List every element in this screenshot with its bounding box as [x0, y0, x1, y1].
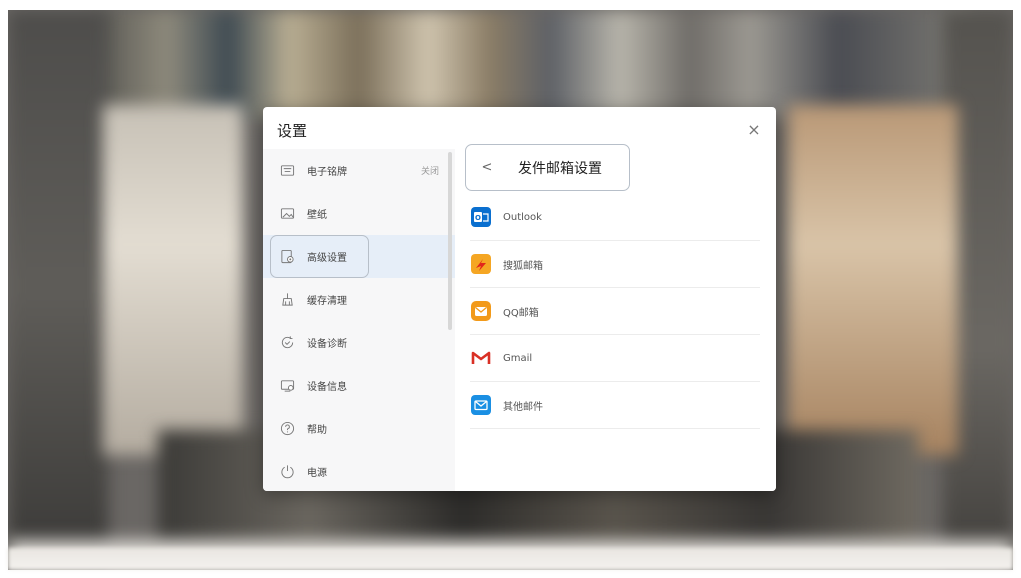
background-right-panel — [788, 105, 958, 455]
sidebar-item-label: 帮助 — [307, 425, 327, 436]
cache-clean-icon — [279, 292, 295, 308]
sidebar-item-label: 电子铭牌 — [307, 167, 347, 178]
list-item-gmail[interactable]: Gmail — [470, 335, 760, 382]
other-mail-icon — [470, 394, 492, 416]
sidebar-item-device-info[interactable]: 设备信息 — [263, 364, 455, 407]
device-info-icon — [279, 378, 295, 394]
mail-settings-header: < 发件邮箱设置 — [465, 144, 630, 191]
mail-label: Outlook — [503, 211, 542, 223]
background-left-wall — [8, 10, 108, 570]
sidebar-item-label: 设备信息 — [307, 382, 347, 393]
list-item-outlook[interactable]: O Outlook — [470, 194, 760, 241]
sidebar-item-label: 高级设置 — [307, 253, 347, 264]
sidebar-item-label: 电源 — [307, 468, 327, 479]
mail-label: QQ邮箱 — [503, 307, 539, 319]
settings-sidebar: 电子铭牌 关闭 壁纸 高级设置 缓存清理 设备诊断 设备信息 帮助 电源 — [263, 149, 455, 491]
power-icon — [279, 464, 295, 480]
gmail-icon — [470, 347, 492, 369]
background-left-panel — [103, 105, 243, 455]
bottom-strip — [8, 548, 1013, 570]
sohu-mail-icon — [470, 253, 492, 275]
panel-title: 发件邮箱设置 — [518, 160, 602, 177]
qq-mail-icon — [470, 300, 492, 322]
wallpaper-icon — [279, 206, 295, 222]
sidebar-item-label: 设备诊断 — [307, 339, 347, 350]
sidebar-item-label: 缓存清理 — [307, 296, 347, 307]
help-icon — [279, 421, 295, 437]
background-shelf — [98, 10, 968, 120]
sidebar-item-wallpaper[interactable]: 壁纸 — [263, 192, 455, 235]
outlook-icon: O — [470, 206, 492, 228]
dialog-title: 设置 — [277, 122, 308, 140]
sidebar-item-cache-clean[interactable]: 缓存清理 — [263, 278, 455, 321]
list-item-sohu-mail[interactable]: 搜狐邮箱 — [470, 241, 760, 288]
sidebar-scrollbar[interactable] — [448, 152, 452, 330]
sidebar-item-label: 壁纸 — [307, 210, 327, 221]
sidebar-item-diagnosis[interactable]: 设备诊断 — [263, 321, 455, 364]
mail-label: 搜狐邮箱 — [503, 260, 543, 272]
sidebar-item-advanced-settings[interactable]: 高级设置 — [263, 235, 455, 278]
diagnosis-icon — [279, 335, 295, 351]
advanced-settings-icon — [279, 249, 295, 265]
nameplate-state: 关闭 — [420, 167, 439, 177]
mail-label: Gmail — [503, 352, 533, 364]
close-icon: × — [747, 119, 761, 139]
svg-text:O: O — [475, 214, 481, 222]
chevron-left-icon: < — [481, 160, 493, 175]
list-item-other-mail[interactable]: 其他邮件 — [470, 382, 760, 429]
sidebar-item-help[interactable]: 帮助 — [263, 407, 455, 450]
nameplate-icon — [279, 163, 295, 179]
mail-provider-list: O Outlook 搜狐邮箱 QQ邮箱 Gmail 其他邮件 — [470, 194, 760, 429]
close-button[interactable]: × — [743, 118, 765, 140]
sidebar-item-nameplate[interactable]: 电子铭牌 关闭 — [263, 149, 455, 192]
sidebar-item-power[interactable]: 电源 — [263, 450, 455, 491]
back-button[interactable]: < — [470, 151, 504, 185]
list-item-qq-mail[interactable]: QQ邮箱 — [470, 288, 760, 335]
mail-label: 其他邮件 — [503, 401, 543, 413]
